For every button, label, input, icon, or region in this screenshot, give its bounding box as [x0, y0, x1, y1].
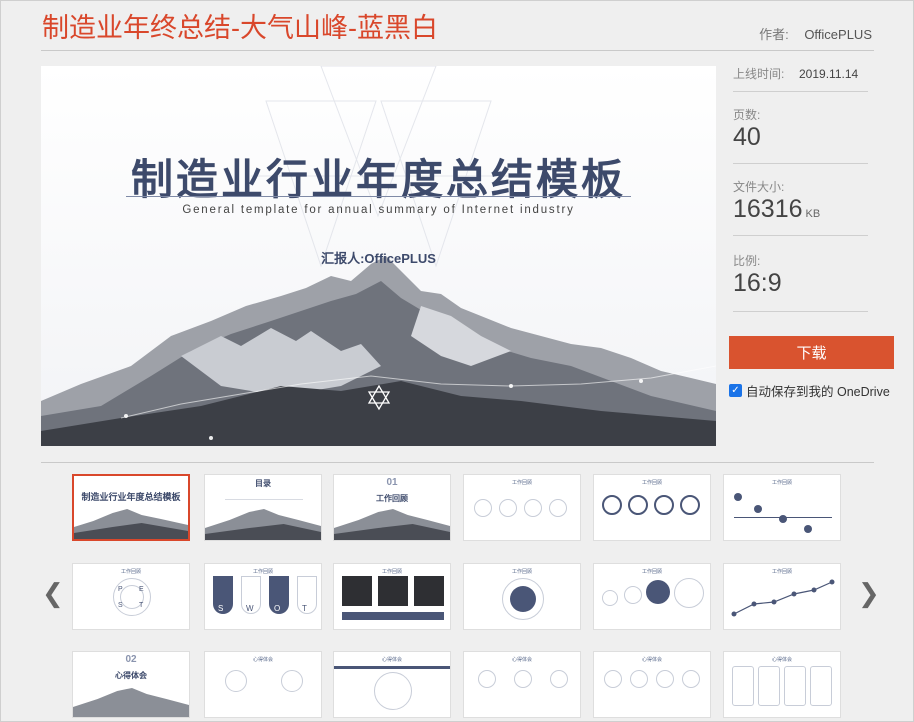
thumbnail-slide-13[interactable]: 02 心得体会 [72, 651, 190, 718]
thumbnail-slide-4[interactable]: 工作回顾 [463, 474, 581, 541]
thumbnail-slide-7[interactable]: 工作回顾 P E S T [72, 563, 190, 630]
thumbnail-slide-1[interactable]: 制造业行业年度总结模板 [72, 474, 190, 541]
checkbox-checked-icon[interactable]: ✓ [729, 384, 742, 397]
author-info: 作者: OfficePLUS [759, 24, 872, 43]
preview-title-rule [126, 196, 631, 197]
preview-reporter: 汇报人:OfficePLUS [321, 251, 436, 266]
divider-mid [41, 462, 874, 463]
page-title: 制造业年终总结-大气山峰-蓝黑白 [42, 13, 438, 43]
thumbnail-slide-10[interactable]: 工作回顾 [463, 563, 581, 630]
meta-size-label: 文件大小: [733, 180, 785, 194]
thumbnail-slide-2[interactable]: 目录 [204, 474, 322, 541]
author-label: 作者: [759, 27, 789, 42]
meta-online: 上线时间: 2019.11.14 [733, 62, 868, 92]
template-meta: 上线时间: 2019.11.14 页数: 40 文件大小: 16316 KB 比例:… [733, 62, 868, 312]
thumbnail-slide-16[interactable]: 心得体会 [463, 651, 581, 718]
autosave-onedrive-checkbox[interactable]: ✓ 自动保存到我的 OneDrive [729, 381, 890, 400]
meta-ratio-label: 比例: [733, 254, 761, 268]
thumbnail-slide-5[interactable]: 工作回顾 [593, 474, 711, 541]
meta-pages-value: 40 [733, 123, 761, 151]
chevron-left-icon[interactable]: ❮ [42, 578, 64, 609]
divider-top [41, 50, 874, 51]
meta-size: 文件大小: 16316 KB [733, 164, 868, 236]
meta-ratio: 比例: 16:9 [733, 236, 868, 312]
meta-online-value: 2019.11.14 [799, 67, 859, 81]
slide-preview: 制造业行业年度总结模板 General template for annual … [41, 66, 716, 446]
thumbnail-slide-18[interactable]: 心得体会 [723, 651, 841, 718]
meta-online-label: 上线时间: [733, 67, 785, 81]
autosave-label: 自动保存到我的 OneDrive [746, 385, 890, 399]
thumbnail-slide-17[interactable]: 心得体会 [593, 651, 711, 718]
thumbnail-slide-12[interactable]: 工作回顾 [723, 563, 841, 630]
preview-main-title: 制造业行业年度总结模板 [130, 156, 626, 203]
author-value: OfficePLUS [804, 27, 872, 42]
thumbnail-slide-3[interactable]: 01 工作回顾 [333, 474, 451, 541]
thumbnail-slide-15[interactable]: 心得体会 [333, 651, 451, 718]
meta-pages: 页数: 40 [733, 92, 868, 164]
download-button[interactable]: 下载 [729, 336, 894, 369]
thumbnail-slide-9[interactable]: 工作回顾 [333, 563, 451, 630]
meta-pages-label: 页数: [733, 108, 761, 122]
thumbnail-slide-11[interactable]: 工作回顾 [593, 563, 711, 630]
meta-ratio-value: 16:9 [733, 269, 782, 297]
thumbnail-slide-14[interactable]: 心得体会 [204, 651, 322, 718]
chevron-right-icon[interactable]: ❯ [858, 578, 880, 609]
thumbnail-slide-8[interactable]: 工作回顾 S W O T [204, 563, 322, 630]
thumbnail-slide-6[interactable]: 工作回顾 [723, 474, 841, 541]
meta-size-unit: KB [805, 208, 821, 220]
preview-subtitle: General template for annual summary of I… [182, 204, 575, 216]
meta-size-value: 16316 [733, 195, 803, 223]
